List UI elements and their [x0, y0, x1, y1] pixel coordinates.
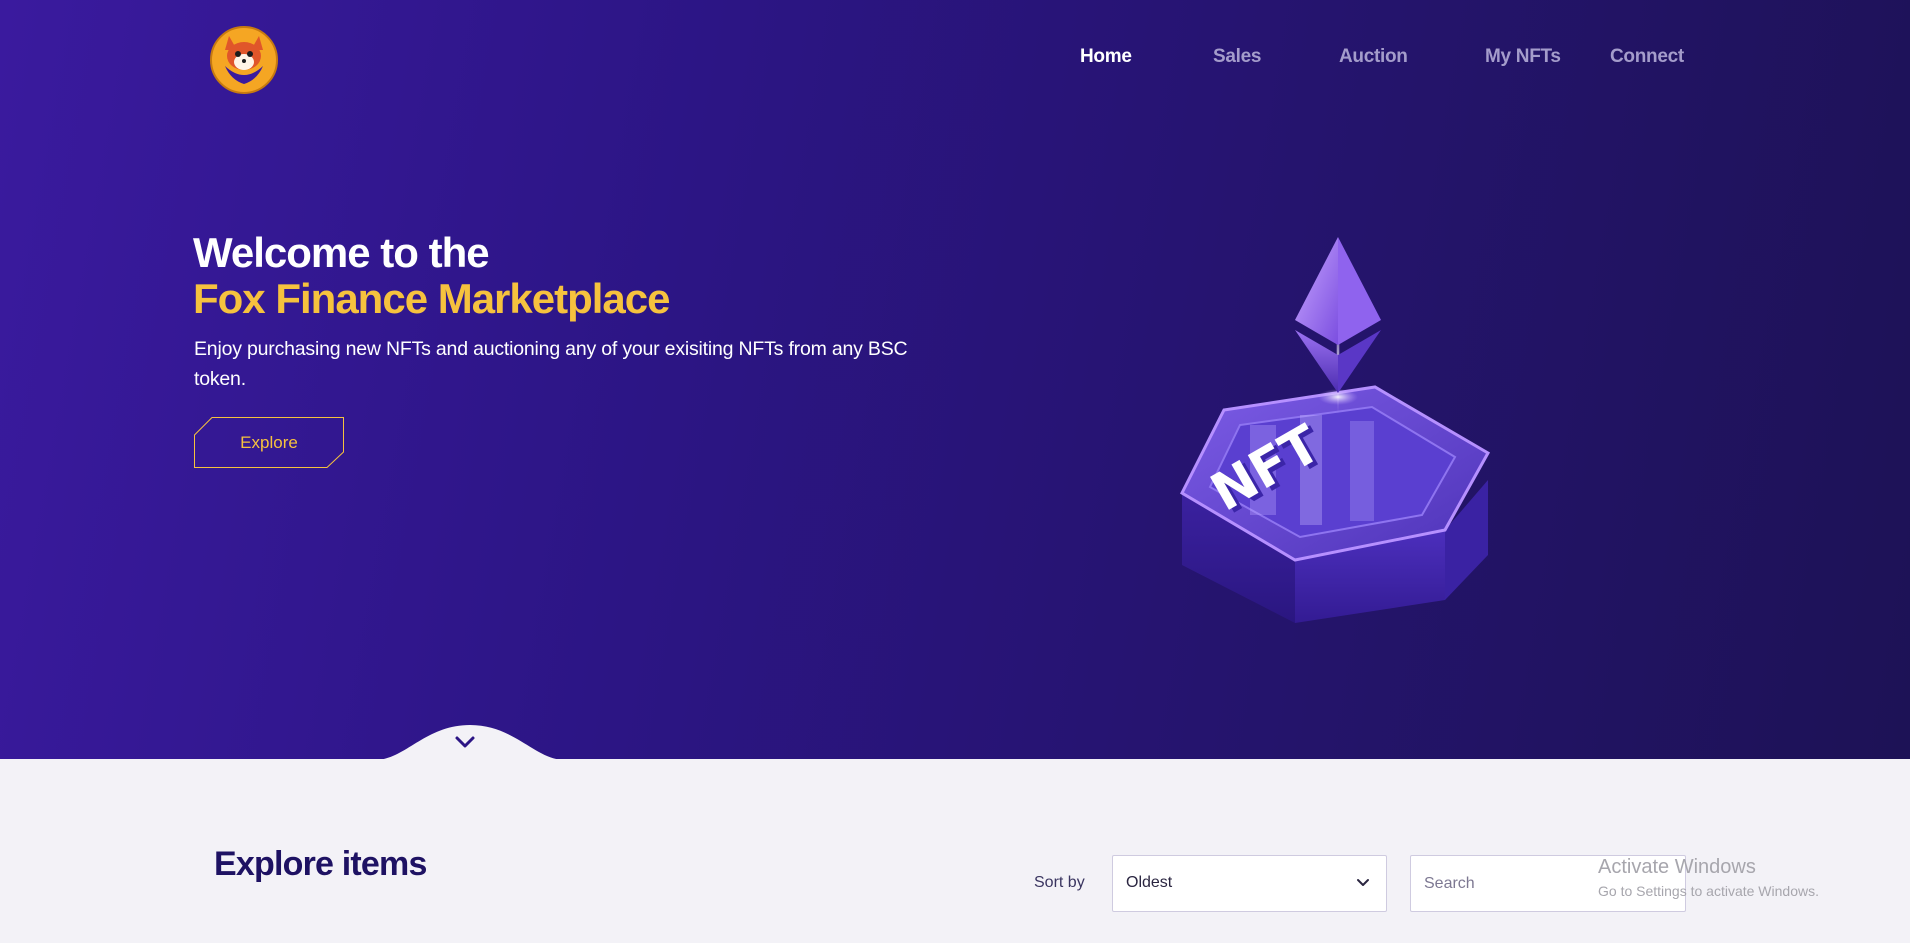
nav-item-auction[interactable]: Auction [1339, 46, 1408, 68]
activate-windows-watermark: Activate Windows Go to Settings to activ… [1598, 856, 1819, 899]
sort-select-value: Oldest [1126, 874, 1173, 891]
hero-title-line1: Welcome to the [193, 229, 490, 276]
nav-item-connect[interactable]: Connect [1610, 46, 1684, 68]
chevron-down-icon [1357, 879, 1369, 886]
nav-item-my-nfts[interactable]: My NFTs [1485, 46, 1561, 68]
activate-windows-title: Activate Windows [1598, 856, 1756, 878]
chevron-down-icon[interactable] [454, 734, 476, 750]
main-nav: Home Sales Auction My NFTs Connect [0, 46, 1910, 70]
nav-item-home[interactable]: Home [1080, 46, 1132, 68]
hero-title-line2: Fox Finance Marketplace [193, 275, 671, 322]
nav-item-sales[interactable]: Sales [1213, 46, 1261, 68]
sort-by-label: Sort by [1034, 874, 1085, 891]
activate-windows-subtitle: Go to Settings to activate Windows. [1598, 883, 1819, 899]
explore-button[interactable]: Explore [194, 417, 344, 468]
nft-illustration: NFT NFT [1160, 225, 1520, 625]
sort-select[interactable]: Oldest [1112, 855, 1387, 912]
explore-items-title: Explore items [214, 845, 427, 883]
hero-subtitle: Enjoy purchasing new NFTs and auctioning… [194, 338, 908, 390]
hero-title: Welcome to the Fox Finance Marketplace [193, 229, 671, 322]
hero-section: Home Sales Auction My NFTs Connect Welco… [0, 0, 1910, 759]
explore-button-label: Explore [240, 433, 298, 452]
